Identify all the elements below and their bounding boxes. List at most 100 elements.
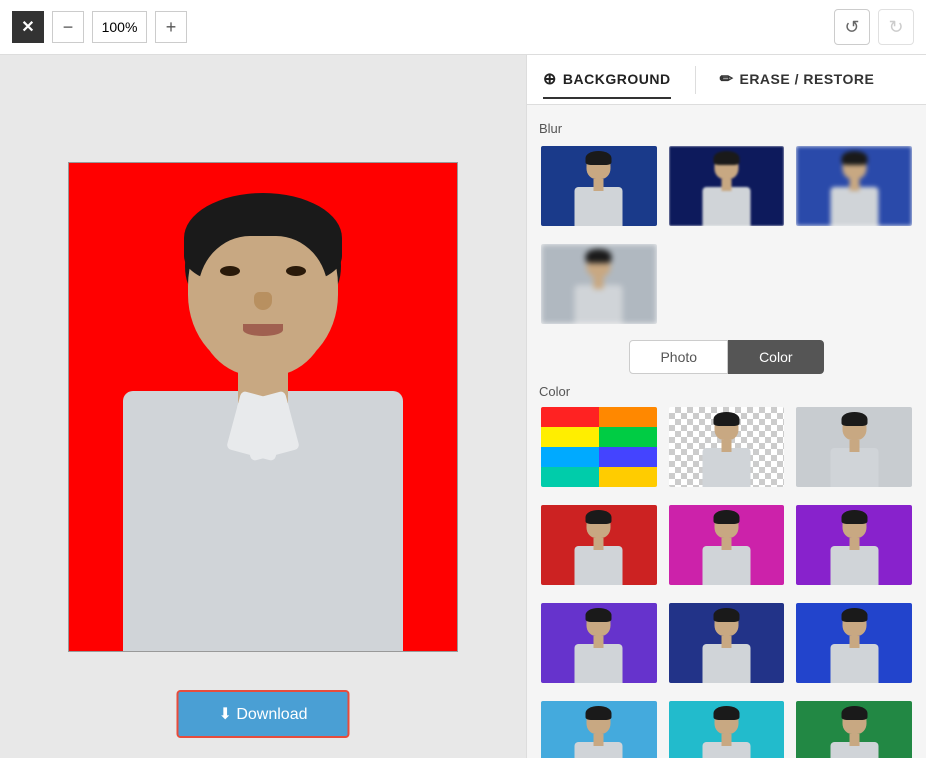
mini-hair-3 (841, 151, 867, 165)
toggle-color-button[interactable]: Color (728, 340, 823, 374)
swatch-r3c2 (599, 447, 657, 467)
swatch-r3c1 (541, 447, 599, 467)
mini-person-1 (571, 151, 626, 226)
color-thumb-magenta[interactable] (667, 503, 787, 587)
mini-body-t1 (702, 448, 750, 487)
download-button[interactable]: ⬇ Download (176, 690, 349, 738)
mini-neck-t2 (849, 440, 859, 452)
panel-content[interactable]: Blur (527, 105, 926, 758)
mouth (243, 324, 283, 336)
panel-header: ⊕ BACKGROUND ✏ ERASE / RESTORE (527, 55, 926, 105)
swatch-r1c2 (599, 407, 657, 427)
color-thumb-lightblue[interactable] (539, 699, 659, 758)
blur-thumb-4[interactable] (539, 242, 659, 326)
eye-left (220, 266, 240, 276)
blur-thumb-3[interactable] (794, 144, 914, 228)
mini-hair-t1 (713, 412, 739, 426)
mini-person-3 (827, 151, 882, 226)
color-thumb-red[interactable] (539, 503, 659, 587)
toolbar: ✕ − 100% + ↺ ↻ (0, 0, 926, 55)
mini-body-4 (575, 285, 623, 324)
mini-neck-t1 (721, 440, 731, 452)
right-panel: ⊕ BACKGROUND ✏ ERASE / RESTORE Blur (526, 55, 926, 758)
white-preview (796, 407, 912, 487)
color-thumb-row-4 (539, 699, 914, 758)
red-preview (541, 505, 657, 585)
purple-preview (796, 505, 912, 585)
mini-person-t1 (699, 412, 754, 487)
eraser-icon: ✏ (720, 69, 734, 89)
royalblue-preview (796, 603, 912, 683)
tab-divider (695, 66, 696, 94)
mini-person-r2-3 (827, 510, 882, 585)
mini-neck-2 (721, 179, 731, 191)
blur-preview-2 (669, 146, 785, 226)
person-figure (93, 181, 433, 651)
toolbar-left: ✕ − 100% + (12, 11, 187, 43)
toggle-photo-button[interactable]: Photo (629, 340, 728, 374)
color-thumb-purple2[interactable] (539, 601, 659, 685)
face (198, 236, 328, 376)
lightblue-preview (541, 701, 657, 758)
color-thumb-transparent[interactable] (667, 405, 787, 489)
zoom-value: 100% (92, 11, 147, 43)
color-thumb-row-1 (539, 405, 914, 489)
palette-grid (541, 407, 657, 487)
swatch-r2c1 (541, 427, 599, 447)
green-preview (796, 701, 912, 758)
color-thumb-white[interactable] (794, 405, 914, 489)
color-thumb-green[interactable] (794, 699, 914, 758)
navy-preview (669, 603, 785, 683)
blur-section-label: Blur (539, 121, 914, 136)
swatch-r4c2 (599, 467, 657, 487)
mini-neck-4 (594, 277, 604, 289)
blur-thumb-grid (539, 144, 914, 228)
mini-neck-3 (849, 179, 859, 191)
mini-hair-t2 (841, 412, 867, 426)
color-thumb-royalblue[interactable] (794, 601, 914, 685)
blur-preview-3 (796, 146, 912, 226)
tab-erase-label: ERASE / RESTORE (739, 71, 874, 87)
palette-swatch-container (541, 407, 657, 487)
blur-thumb-2[interactable] (667, 144, 787, 228)
zoom-out-button[interactable]: − (52, 11, 84, 43)
blur-preview-1 (541, 146, 657, 226)
color-section-label: Color (539, 384, 914, 399)
mini-neck-1 (594, 179, 604, 191)
cyan-preview (669, 701, 785, 758)
close-button[interactable]: ✕ (12, 11, 44, 43)
transparent-preview (669, 407, 785, 487)
tab-background[interactable]: ⊕ BACKGROUND (543, 61, 671, 99)
color-thumb-purple[interactable] (794, 503, 914, 587)
mini-person-r2-1 (571, 510, 626, 585)
canvas-area: ⬇ Download (0, 55, 526, 758)
tab-erase[interactable]: ✏ ERASE / RESTORE (720, 61, 875, 99)
purple2-preview (541, 603, 657, 683)
eye-right (286, 266, 306, 276)
image-container (68, 162, 458, 652)
swatch-r4c1 (541, 467, 599, 487)
download-area: ⬇ Download (176, 690, 349, 738)
mini-body-2 (702, 187, 750, 226)
color-thumb-navy[interactable] (667, 601, 787, 685)
mini-body-1 (575, 187, 623, 226)
redo-button[interactable]: ↻ (878, 9, 914, 45)
magenta-preview (669, 505, 785, 585)
blur-thumb-1[interactable] (539, 144, 659, 228)
undo-button[interactable]: ↺ (834, 9, 870, 45)
swatch-r2c2 (599, 427, 657, 447)
blur-preview-4 (541, 244, 657, 324)
mini-person-r2-2 (699, 510, 754, 585)
mini-person-t2 (827, 412, 882, 487)
layers-icon: ⊕ (543, 69, 557, 89)
blur-thumb-grid-2 (539, 242, 914, 326)
tab-background-label: BACKGROUND (563, 71, 671, 87)
nose (254, 292, 272, 310)
toggle-container: Photo Color (539, 340, 914, 374)
zoom-in-button[interactable]: + (155, 11, 187, 43)
color-thumb-palette[interactable] (539, 405, 659, 489)
mini-hair-2 (713, 151, 739, 165)
color-thumb-cyan[interactable] (667, 699, 787, 758)
mini-person-4 (571, 249, 626, 324)
portrait-photo (68, 162, 458, 652)
